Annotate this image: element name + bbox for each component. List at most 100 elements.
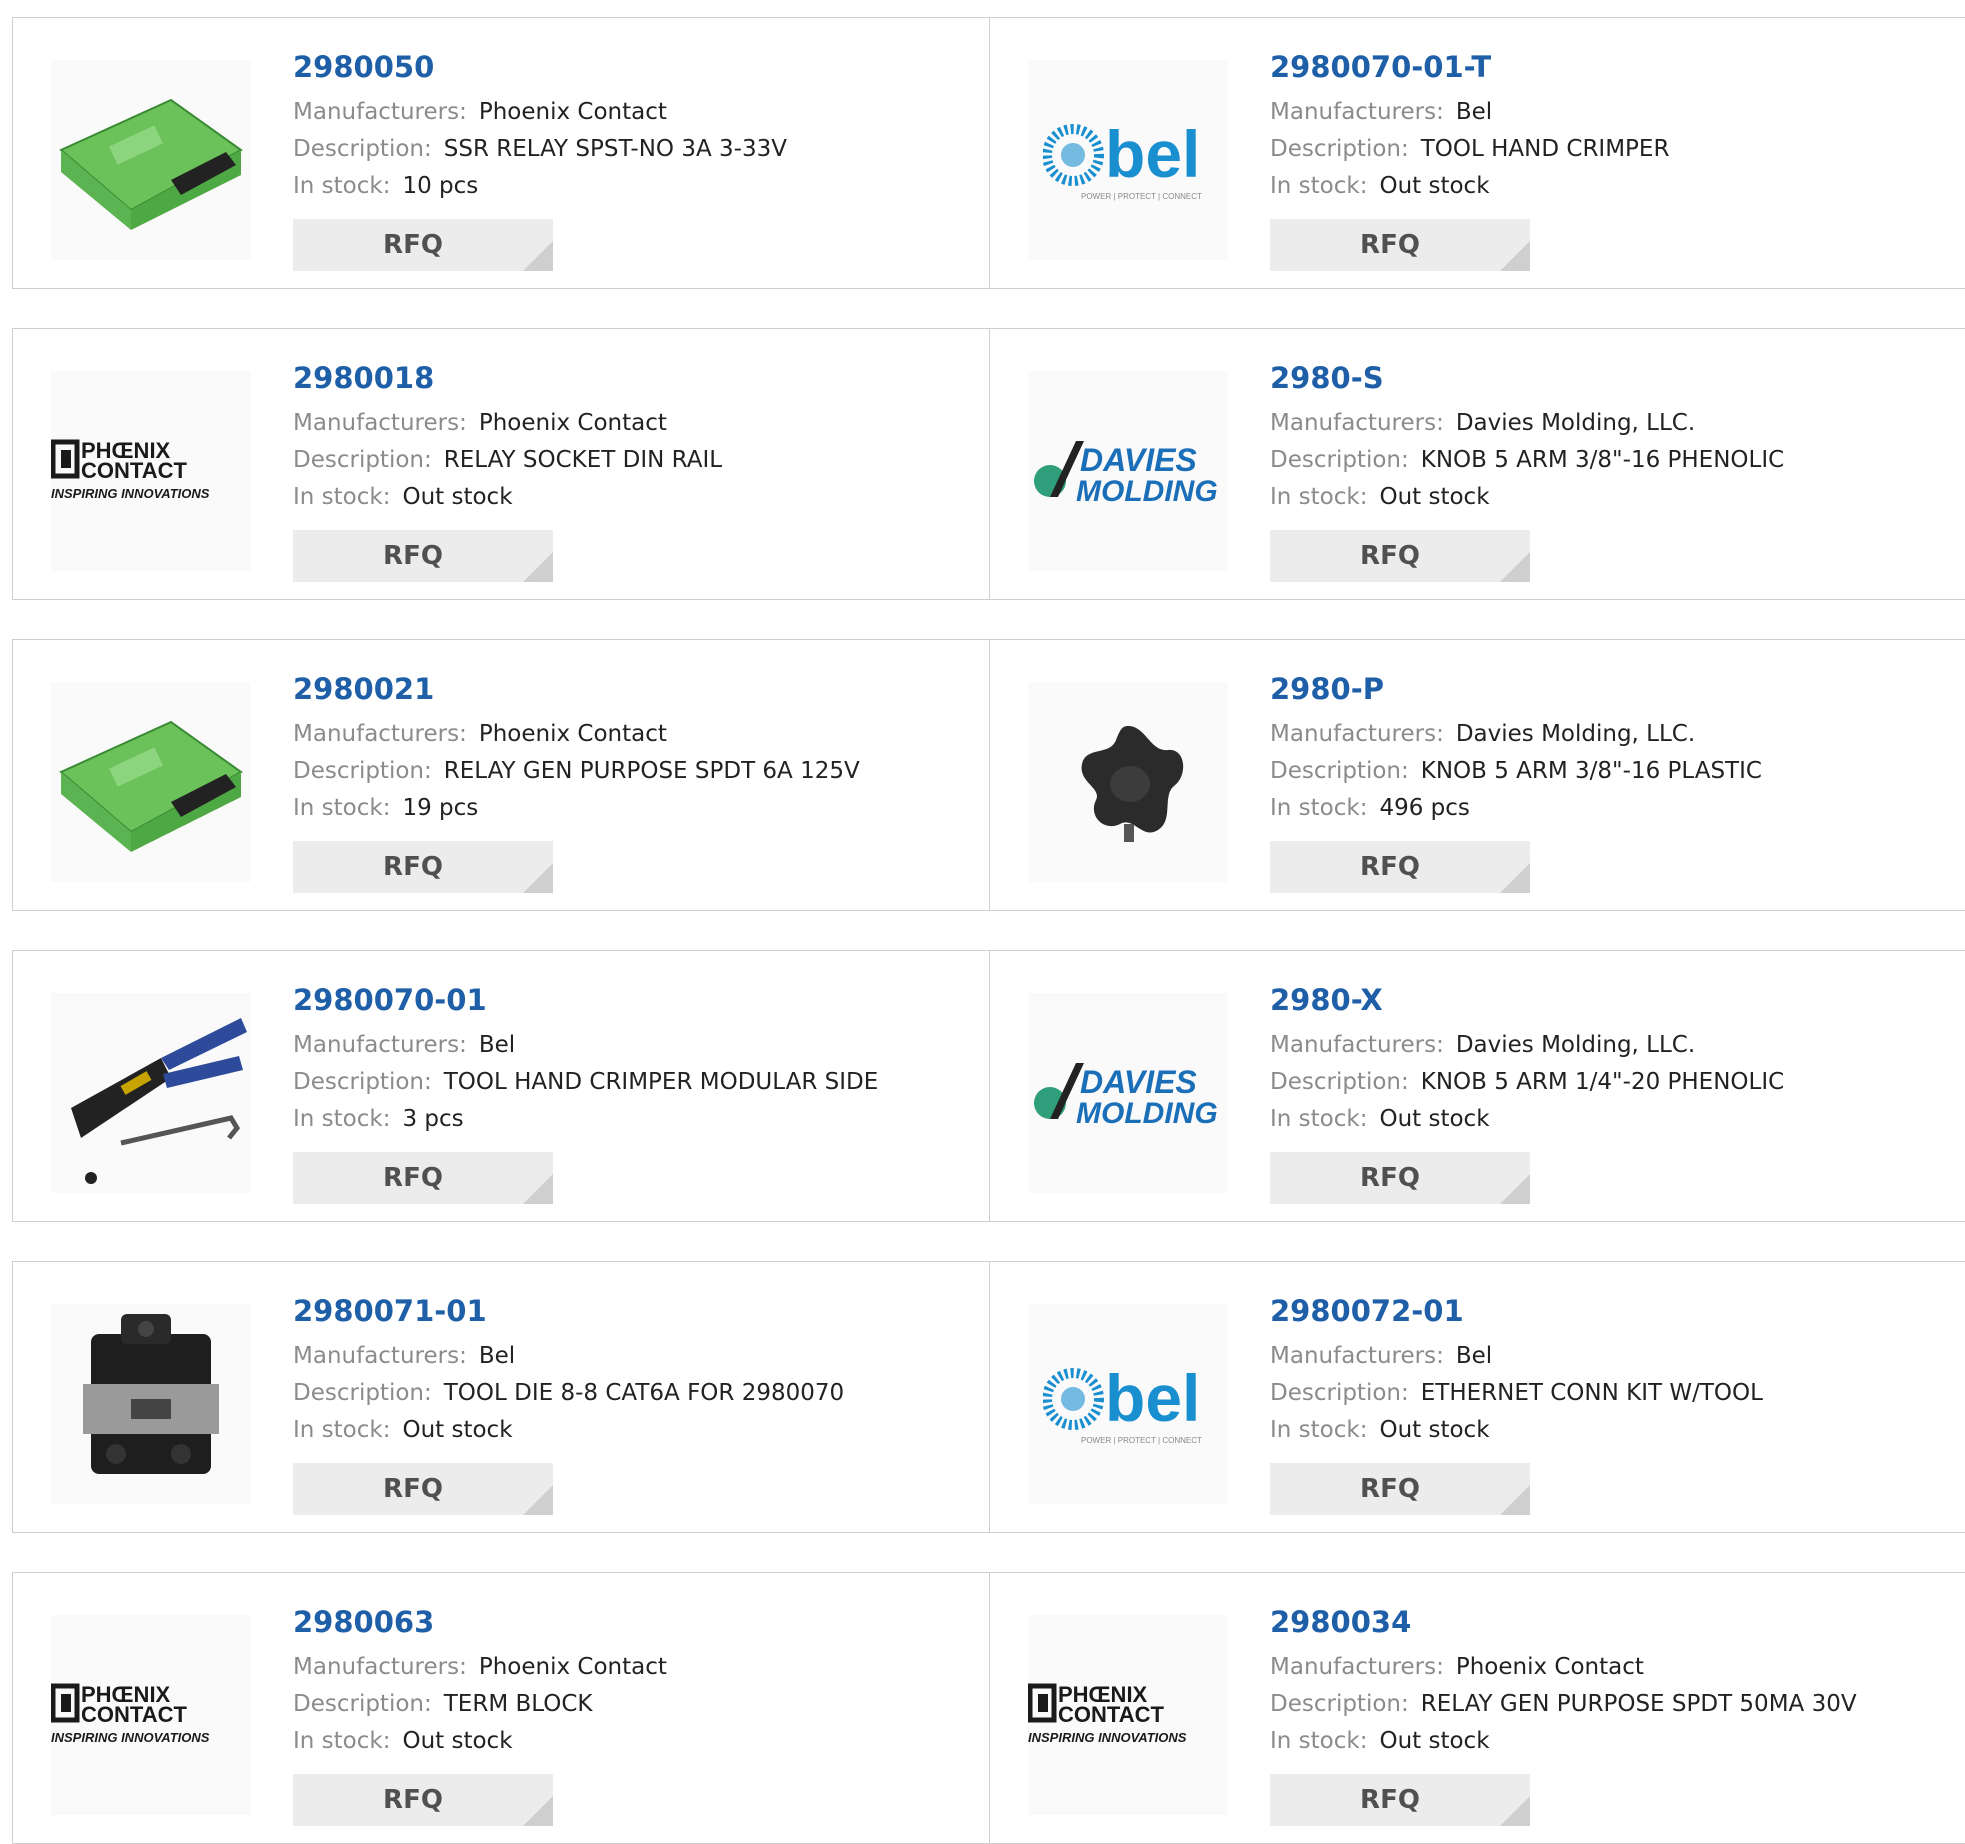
description-value: ETHERNET CONN KIT W/TOOL [1420, 1380, 1763, 1406]
description-value: RELAY SOCKET DIN RAIL [443, 447, 723, 473]
manufacturer-line: Manufacturers: Bel [293, 1027, 969, 1064]
stock-line: In stock: Out stock [1270, 1101, 1945, 1138]
description-line: Description: TERM BLOCK [293, 1686, 969, 1723]
rfq-button[interactable]: RFQ [1270, 1152, 1530, 1204]
phoenix-contact-logo-icon: PHŒNIX CONTACT INSPIRING INNOVATIONS [51, 438, 210, 501]
rfq-button[interactable]: RFQ [293, 1152, 553, 1204]
part-number-link[interactable]: 2980034 [1270, 1603, 1945, 1641]
relay-module-icon [59, 720, 243, 852]
svg-text:CONTACT: CONTACT [81, 1702, 187, 1727]
product-image[interactable] [51, 682, 251, 882]
stock-line: In stock: 3 pcs [293, 1101, 969, 1138]
part-number-link[interactable]: 2980021 [293, 670, 969, 708]
part-number-link[interactable]: 2980018 [293, 359, 969, 397]
rfq-button[interactable]: RFQ [293, 1463, 553, 1515]
part-number-link[interactable]: 2980050 [293, 48, 969, 86]
rfq-label: RFQ [1360, 541, 1420, 571]
knob-icon [1081, 726, 1184, 842]
svg-text:bel: bel [1105, 117, 1200, 191]
description-line: Description: RELAY GEN PURPOSE SPDT 6A 12… [293, 753, 969, 790]
product-card: 2980071-01 Manufacturers: Bel Description… [12, 1261, 990, 1533]
product-info: 2980071-01 Manufacturers: Bel Description… [293, 1292, 969, 1449]
product-image[interactable] [51, 60, 251, 260]
rfq-label: RFQ [383, 1163, 443, 1193]
product-card: PHŒNIX CONTACT INSPIRING INNOVATIONS 298… [990, 1572, 1965, 1844]
stock-line: In stock: Out stock [1270, 1723, 1945, 1760]
description-label: Description: [293, 1069, 432, 1095]
rfq-button[interactable]: RFQ [293, 841, 553, 893]
manufacturer-line: Manufacturers: Bel [293, 1338, 969, 1375]
description-label: Description: [1270, 1380, 1409, 1406]
part-number-link[interactable]: 2980070-01-T [1270, 48, 1945, 86]
svg-text:INSPIRING INNOVATIONS: INSPIRING INNOVATIONS [1028, 1730, 1187, 1745]
rfq-button[interactable]: RFQ [1270, 530, 1530, 582]
description-value: TOOL HAND CRIMPER [1420, 136, 1670, 162]
rfq-button[interactable]: RFQ [1270, 1463, 1530, 1515]
rfq-corner-decoration [523, 1796, 553, 1826]
rfq-corner-decoration [1500, 552, 1530, 582]
manufacturer-label: Manufacturers: [293, 99, 467, 125]
stock-label: In stock: [1270, 1106, 1368, 1132]
rfq-label: RFQ [1360, 1163, 1420, 1193]
part-number-link[interactable]: 2980071-01 [293, 1292, 969, 1330]
product-image[interactable]: PHŒNIX CONTACT INSPIRING INNOVATIONS [51, 371, 251, 571]
stock-label: In stock: [1270, 1417, 1368, 1443]
manufacturer-line: Manufacturers: Phoenix Contact [293, 94, 969, 131]
rfq-label: RFQ [1360, 1785, 1420, 1815]
svg-text:DAVIES: DAVIES [1080, 442, 1197, 478]
rfq-button[interactable]: RFQ [293, 1774, 553, 1826]
rfq-corner-decoration [1500, 241, 1530, 271]
rfq-button[interactable]: RFQ [293, 530, 553, 582]
description-line: Description: RELAY GEN PURPOSE SPDT 50MA … [1270, 1686, 1945, 1723]
rfq-button[interactable]: RFQ [1270, 1774, 1530, 1826]
description-value: KNOB 5 ARM 3/8"-16 PLASTIC [1420, 758, 1762, 784]
manufacturer-label: Manufacturers: [1270, 1343, 1444, 1369]
product-image[interactable]: bel POWER | PROTECT | CONNECT [1028, 60, 1228, 260]
svg-text:CONTACT: CONTACT [81, 458, 187, 483]
part-number-link[interactable]: 2980070-01 [293, 981, 969, 1019]
product-image[interactable]: PHŒNIX CONTACT INSPIRING INNOVATIONS [1028, 1615, 1228, 1815]
product-row: 2980050 Manufacturers: Phoenix Contact De… [12, 17, 1965, 289]
description-value: KNOB 5 ARM 1/4"-20 PHENOLIC [1420, 1069, 1785, 1095]
part-number-link[interactable]: 2980072-01 [1270, 1292, 1945, 1330]
description-value: KNOB 5 ARM 3/8"-16 PHENOLIC [1420, 447, 1785, 473]
tool-die-icon [83, 1314, 219, 1474]
manufacturer-label: Manufacturers: [1270, 1032, 1444, 1058]
manufacturer-label: Manufacturers: [1270, 410, 1444, 436]
manufacturer-label: Manufacturers: [293, 1032, 467, 1058]
description-value: SSR RELAY SPST-NO 3A 3-33V [443, 136, 787, 162]
product-image[interactable] [51, 1304, 251, 1504]
bel-logo-icon: bel POWER | PROTECT | CONNECT [1043, 117, 1202, 201]
stock-line: In stock: Out stock [293, 479, 969, 516]
description-line: Description: SSR RELAY SPST-NO 3A 3-33V [293, 131, 969, 168]
stock-label: In stock: [1270, 1728, 1368, 1754]
product-image[interactable]: bel POWER | PROTECT | CONNECT [1028, 1304, 1228, 1504]
part-number-link[interactable]: 2980-S [1270, 359, 1945, 397]
description-line: Description: TOOL DIE 8-8 CAT6A FOR 29800… [293, 1375, 969, 1412]
svg-text:INSPIRING INNOVATIONS: INSPIRING INNOVATIONS [51, 1730, 210, 1745]
product-image[interactable]: DAVIES MOLDING [1028, 371, 1228, 571]
description-label: Description: [293, 136, 432, 162]
rfq-button[interactable]: RFQ [1270, 841, 1530, 893]
davies-molding-logo-icon: DAVIES MOLDING [1034, 441, 1218, 508]
part-number-link[interactable]: 2980-X [1270, 981, 1945, 1019]
part-number-link[interactable]: 2980-P [1270, 670, 1945, 708]
product-card: bel POWER | PROTECT | CONNECT 2980072-01… [990, 1261, 1965, 1533]
description-label: Description: [1270, 1069, 1409, 1095]
product-image[interactable] [51, 993, 251, 1193]
rfq-button[interactable]: RFQ [293, 219, 553, 271]
description-line: Description: KNOB 5 ARM 1/4"-20 PHENOLIC [1270, 1064, 1945, 1101]
product-info: 2980-S Manufacturers: Davies Molding, LLC… [1270, 359, 1945, 516]
rfq-button[interactable]: RFQ [1270, 219, 1530, 271]
part-number-link[interactable]: 2980063 [293, 1603, 969, 1641]
manufacturer-value: Davies Molding, LLC. [1455, 410, 1696, 436]
product-image[interactable] [1028, 682, 1228, 882]
stock-value: Out stock [1379, 1417, 1490, 1443]
svg-text:INSPIRING INNOVATIONS: INSPIRING INNOVATIONS [51, 486, 210, 501]
stock-value: Out stock [1379, 484, 1490, 510]
manufacturer-value: Bel [478, 1032, 516, 1058]
stock-value: Out stock [402, 1728, 513, 1754]
product-image[interactable]: DAVIES MOLDING [1028, 993, 1228, 1193]
product-image[interactable]: PHŒNIX CONTACT INSPIRING INNOVATIONS [51, 1615, 251, 1815]
rfq-corner-decoration [1500, 1485, 1530, 1515]
